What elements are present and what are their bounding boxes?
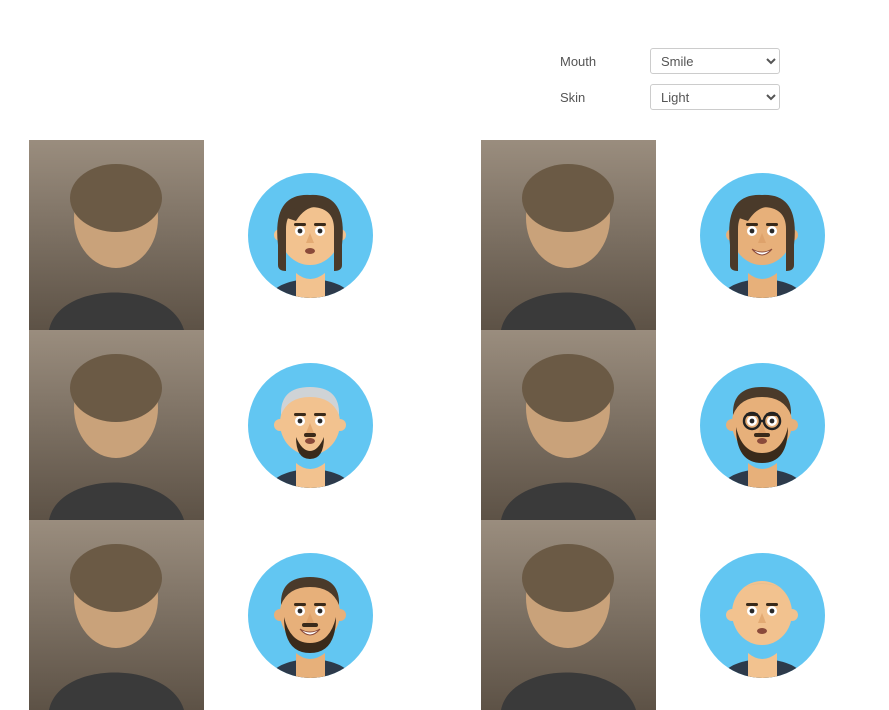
option-row-skin: Skin Light (560, 84, 780, 110)
source-photo (29, 330, 204, 520)
avatar-cell (209, 330, 412, 520)
photo-placeholder-icon (481, 140, 656, 330)
grid-row (24, 330, 864, 520)
photo-cell (24, 140, 209, 330)
generated-avatar (248, 363, 373, 488)
avatar-cell (661, 330, 864, 520)
avatar-cell (661, 140, 864, 330)
avatar-cell (209, 520, 412, 710)
generated-avatar (248, 553, 373, 678)
photo-cell (24, 520, 209, 710)
photo-placeholder-icon (481, 330, 656, 520)
mouth-select[interactable]: Smile (650, 48, 780, 74)
photo-cell (476, 330, 661, 520)
grid-row (24, 520, 864, 710)
option-label-skin: Skin (560, 90, 650, 105)
examples-grid (24, 140, 864, 710)
source-photo (29, 520, 204, 710)
photo-placeholder-icon (29, 330, 204, 520)
avatar-cell (209, 140, 412, 330)
column-gap (412, 330, 477, 520)
source-photo (29, 140, 204, 330)
photo-cell (24, 330, 209, 520)
generated-avatar (700, 553, 825, 678)
grid-row (24, 140, 864, 330)
avatar-cell (661, 520, 864, 710)
source-photo (481, 520, 656, 710)
source-photo (481, 140, 656, 330)
option-label-mouth: Mouth (560, 54, 650, 69)
photo-placeholder-icon (481, 520, 656, 710)
column-gap (412, 140, 477, 330)
generated-avatar (248, 173, 373, 298)
avatar-options-panel: Mouth Smile Skin Light (560, 48, 780, 120)
option-row-mouth: Mouth Smile (560, 48, 780, 74)
photo-placeholder-icon (29, 140, 204, 330)
skin-select[interactable]: Light (650, 84, 780, 110)
photo-cell (476, 520, 661, 710)
column-gap (412, 520, 477, 710)
photo-placeholder-icon (29, 520, 204, 710)
photo-cell (476, 140, 661, 330)
source-photo (481, 330, 656, 520)
generated-avatar (700, 173, 825, 298)
generated-avatar (700, 363, 825, 488)
